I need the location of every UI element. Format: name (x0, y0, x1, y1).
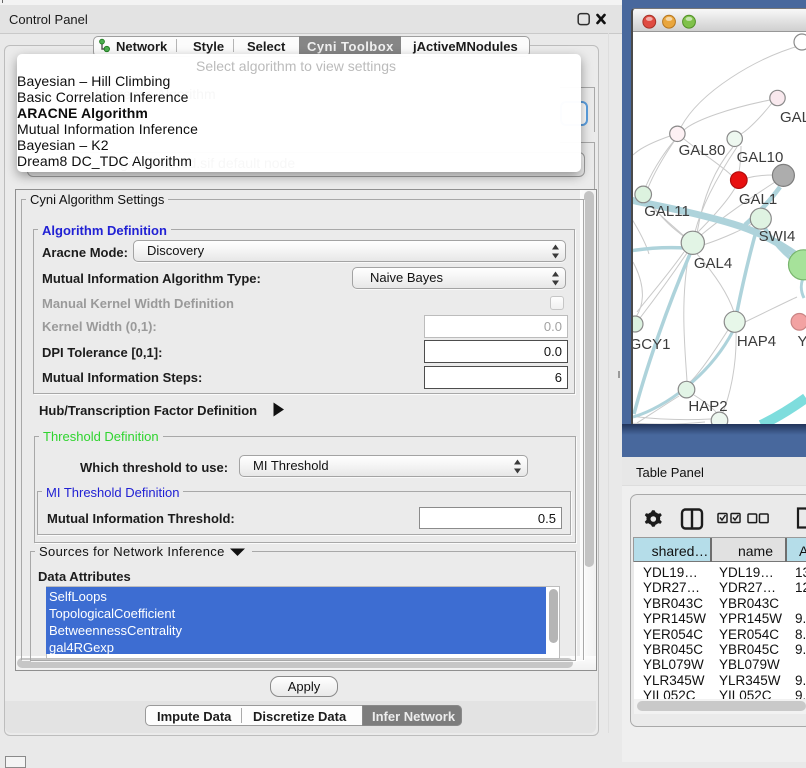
svg-text:GAL10: GAL10 (737, 149, 784, 166)
svg-text:GAL2: GAL2 (780, 109, 806, 126)
svg-text:SWI4: SWI4 (759, 228, 796, 245)
svg-text:Y: Y (798, 333, 806, 350)
svg-text:GAL80: GAL80 (679, 142, 726, 159)
svg-text:GCY1: GCY1 (633, 336, 670, 353)
svg-text:HAP4: HAP4 (737, 333, 776, 350)
svg-text:GAL11: GAL11 (644, 203, 690, 220)
svg-text:HAP2: HAP2 (688, 398, 727, 415)
svg-text:GAL1: GAL1 (739, 191, 777, 208)
svg-text:GAL4: GAL4 (694, 255, 732, 272)
